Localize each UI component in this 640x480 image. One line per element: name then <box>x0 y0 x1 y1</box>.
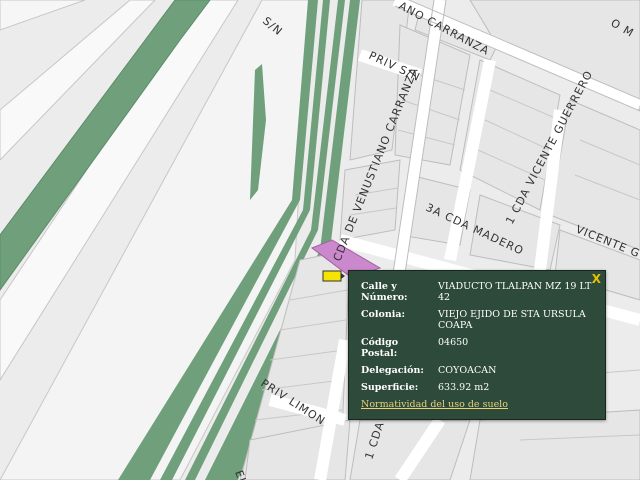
info-row-delegacion: Delegación: COYOACAN <box>361 365 597 382</box>
info-row-colonia: Colonia: VIEJO EJIDO DE STA URSULA COAPA <box>361 309 597 337</box>
info-value: COYOACAN <box>438 365 497 376</box>
info-value: VIADUCTO TLALPAN MZ 19 LT 42 <box>438 281 592 303</box>
info-label: Delegación: <box>361 365 424 376</box>
info-label: Colonia: <box>361 309 406 320</box>
info-row-address: Calle y Número: VIADUCTO TLALPAN MZ 19 L… <box>361 281 597 309</box>
info-value: VIEJO EJIDO DE STA URSULA COAPA <box>438 309 586 331</box>
info-row-postal-code: Código Postal: 04650 <box>361 337 597 365</box>
info-value: 04650 <box>438 337 469 348</box>
land-use-link[interactable]: Normatividad del uso de suelo <box>361 399 508 410</box>
location-marker-icon[interactable] <box>322 270 346 282</box>
parcel-info-table: Calle y Número: VIADUCTO TLALPAN MZ 19 L… <box>361 281 597 399</box>
info-row-superficie: Superficie: 633.92 m2 <box>361 382 597 399</box>
info-label: Código Postal: <box>361 337 399 359</box>
info-label: Superficie: <box>361 382 419 393</box>
parcel-info-popup: X Calle y Número: VIADUCTO TLALPAN MZ 19… <box>348 270 606 420</box>
close-icon[interactable]: X <box>592 272 601 286</box>
info-label: Calle y Número: <box>361 281 408 303</box>
info-value: 633.92 m2 <box>438 382 490 393</box>
